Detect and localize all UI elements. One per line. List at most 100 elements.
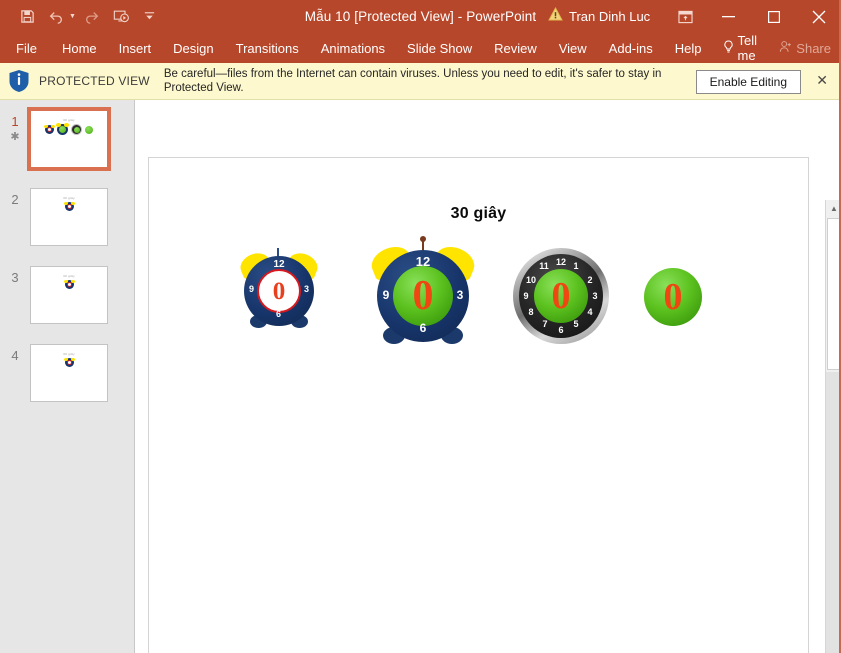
clock-face: 0 (393, 266, 453, 326)
thumbnail-title-4: 30 giây (31, 352, 107, 356)
tab-design[interactable]: Design (162, 33, 224, 63)
ribbon-display-options-button[interactable] (664, 0, 706, 33)
clock-numeral-2: 2 (585, 276, 595, 285)
close-protected-view-icon[interactable]: ✕ (816, 73, 828, 87)
thumbnail-item-3[interactable]: 3 30 giây (0, 266, 135, 324)
account-warning-icon (548, 7, 563, 26)
enable-editing-button[interactable]: Enable Editing (696, 70, 801, 94)
clock-digit: 0 (534, 269, 588, 323)
clock-numeral-4: 4 (585, 308, 595, 317)
thumbnail-preview-4[interactable]: 30 giây (30, 344, 108, 402)
protected-view-shield-icon (8, 69, 30, 93)
undo-dropdown-icon[interactable]: ▼ (69, 13, 76, 20)
tab-animations[interactable]: Animations (310, 33, 396, 63)
thumbnail-number-4: 4 (0, 344, 30, 363)
slide-canvas[interactable]: 30 giây 0 (148, 157, 809, 653)
clock-alarm-green[interactable]: 0 12 3 6 9 (377, 244, 469, 336)
thumbnail-item-4[interactable]: 4 30 giây (0, 344, 135, 402)
clock-digit: 0 (393, 266, 453, 326)
clock-face: 0 (644, 268, 702, 326)
thumbnail-number-3: 3 (0, 266, 30, 285)
clock-numeral-1: 1 (571, 262, 581, 271)
clock-numeral-12: 12 (272, 260, 286, 270)
tab-home[interactable]: Home (51, 33, 108, 63)
thumbnail-item-1[interactable]: 1 ✱ 30 giây (0, 110, 135, 168)
clock-numeral-12: 12 (413, 255, 433, 268)
share-button[interactable]: Share (769, 40, 841, 56)
window-controls (664, 0, 841, 33)
close-button[interactable] (796, 0, 841, 33)
start-presentation-icon[interactable] (108, 5, 134, 29)
clock-digit: 0 (259, 271, 299, 311)
thumbnail-animation-icon-1: ✱ (0, 130, 30, 143)
thumb-clock-chrome (71, 124, 82, 135)
clock-chrome-wall[interactable]: 0 12 1 2 3 4 5 6 7 8 9 10 (513, 248, 609, 344)
thumbnail-number-2: 2 (0, 188, 30, 207)
clock-numeral-7: 7 (540, 320, 550, 329)
save-icon[interactable] (14, 5, 40, 29)
clock-digit: 0 (644, 268, 702, 326)
thumbnail-item-2[interactable]: 2 30 giây (0, 188, 135, 246)
clock-knob-top (420, 236, 426, 242)
tab-insert[interactable]: Insert (108, 33, 163, 63)
tab-review[interactable]: Review (483, 33, 548, 63)
clock-numeral-3: 3 (302, 285, 311, 294)
clock-numeral-9: 9 (247, 285, 256, 294)
thumbnail-preview-1[interactable]: 30 giây (30, 110, 108, 168)
tab-add-ins[interactable]: Add-ins (598, 33, 664, 63)
minimize-button[interactable] (706, 0, 751, 33)
thumbnail-title-3: 30 giây (31, 274, 107, 278)
thumbnail-title-1: 30 giây (31, 118, 107, 122)
tell-me-box[interactable]: Tell me (713, 33, 770, 63)
clock-numeral-5: 5 (571, 320, 581, 329)
thumb-clock-white (45, 125, 54, 134)
thumbnail-clock-group-2 (31, 202, 107, 211)
protected-view-message: Be careful—files from the Internet can c… (164, 67, 684, 95)
clock-plain-green[interactable]: 0 (644, 268, 702, 326)
account-area[interactable]: Tran Dinh Luc (548, 7, 650, 26)
thumbnail-clock-group-1 (31, 124, 107, 135)
clock-face: 0 (534, 269, 588, 323)
account-user-name: Tran Dinh Luc (569, 9, 650, 24)
slide-thumbnail-pane[interactable]: 1 ✱ 30 giây (0, 100, 135, 653)
clock-numeral-6: 6 (417, 322, 429, 334)
thumb-clock-single-3 (65, 280, 74, 289)
clock-alarm-white[interactable]: 0 12 3 6 9 (244, 252, 314, 322)
clock-numeral-10: 10 (525, 276, 537, 285)
clock-numeral-3: 3 (590, 292, 600, 301)
tab-slide-show[interactable]: Slide Show (396, 33, 483, 63)
slide-title-text: 30 giây (149, 205, 808, 223)
thumb-clock-plain (85, 126, 93, 134)
thumbnail-clock-group-4 (31, 358, 107, 367)
restore-button[interactable] (751, 0, 796, 33)
thumbnail-clock-group-3 (31, 280, 107, 289)
clock-numeral-12: 12 (553, 258, 569, 267)
tab-help[interactable]: Help (664, 33, 713, 63)
clock-numeral-6: 6 (556, 326, 566, 335)
share-person-icon (779, 40, 792, 56)
tab-view[interactable]: View (548, 33, 598, 63)
tell-me-label: Tell me (738, 33, 760, 63)
tab-transitions[interactable]: Transitions (225, 33, 310, 63)
clock-numeral-9: 9 (380, 289, 392, 301)
protected-view-bar: PROTECTED VIEW Be careful—files from the… (0, 63, 841, 100)
lightbulb-icon (723, 40, 734, 57)
customize-quick-access-icon[interactable] (137, 5, 163, 29)
window-title: Mẫu 10 [Protected View] - PowerPoint (305, 9, 536, 24)
clock-numeral-8: 8 (526, 308, 536, 317)
redo-icon[interactable] (79, 5, 105, 29)
thumb-clock-green-a (57, 124, 68, 135)
clock-face: 0 (257, 269, 301, 313)
tab-file[interactable]: File (0, 33, 51, 63)
thumbnail-preview-3[interactable]: 30 giây (30, 266, 108, 324)
thumbnail-preview-2[interactable]: 30 giây (30, 188, 108, 246)
clock-numeral-3: 3 (454, 289, 466, 301)
clock-group: 0 12 3 6 9 (149, 236, 810, 366)
quick-access-toolbar: ▼ (0, 5, 163, 29)
thumb-clock-single-2 (65, 202, 74, 211)
ribbon-tab-bar: File Home Insert Design Transitions Anim… (0, 33, 841, 63)
clock-numeral-6: 6 (274, 310, 283, 319)
undo-icon[interactable] (43, 5, 69, 29)
share-label: Share (796, 41, 831, 56)
clock-numeral-9: 9 (521, 292, 531, 301)
